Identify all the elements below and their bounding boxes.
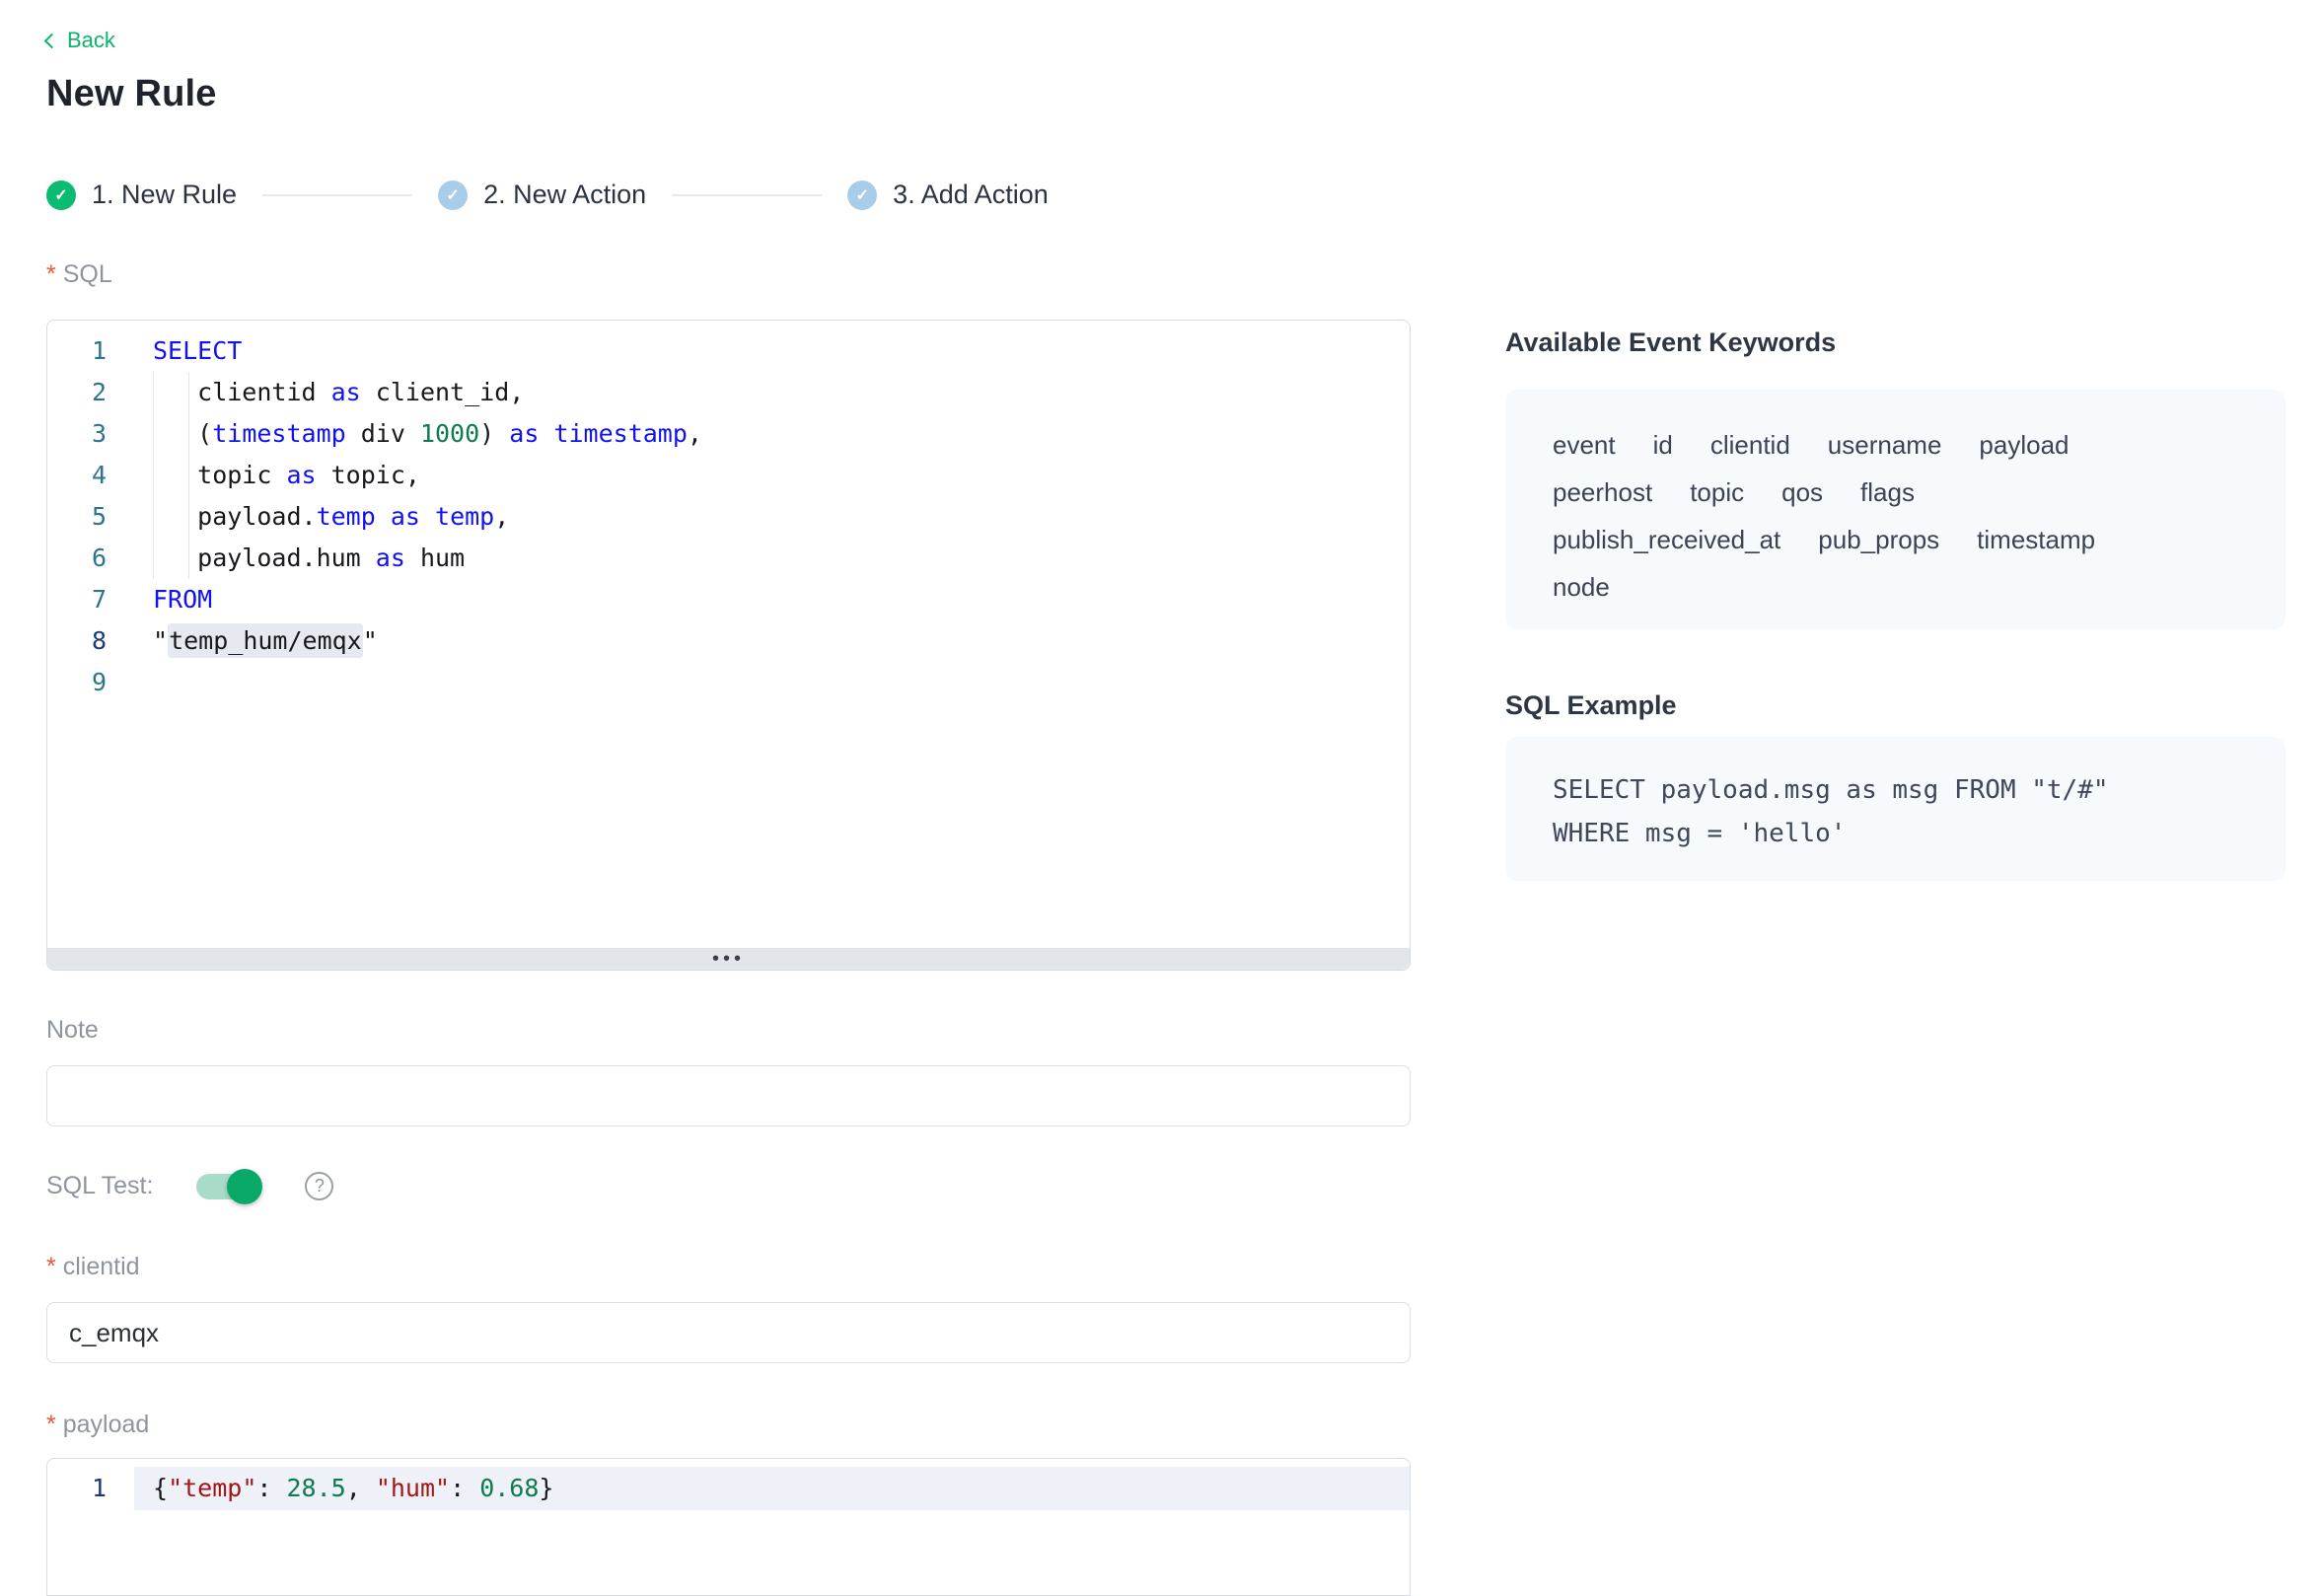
stepper-connector: [672, 194, 822, 196]
event-keyword: username: [1828, 421, 1942, 469]
event-keyword: timestamp: [1977, 516, 2095, 563]
code-content: clientid as client_id,: [134, 372, 1410, 413]
line-number: 7: [47, 579, 134, 620]
event-keyword: topic: [1690, 469, 1744, 516]
code-line: 2 clientid as client_id,: [47, 372, 1410, 413]
sql-code-editor[interactable]: 1SELECT2 clientid as client_id,3 (timest…: [46, 320, 1411, 971]
event-keyword: id: [1653, 421, 1673, 469]
code-line: 6 payload.hum as hum: [47, 538, 1410, 579]
event-keyword: publish_received_at: [1553, 516, 1780, 563]
sql-test-row: SQL Test: ?: [46, 1172, 333, 1200]
payload-code-editor[interactable]: 1{"temp": 28.5, "hum": 0.68}: [46, 1458, 1411, 1596]
event-keyword: node: [1553, 563, 1610, 611]
sql-example-panel: SELECT payload.msg as msg FROM "t/#"WHER…: [1505, 737, 2286, 881]
code-line: 1SELECT: [47, 330, 1410, 372]
indent-guide: [188, 372, 189, 579]
event-keyword: event: [1553, 421, 1616, 469]
event-keyword: flags: [1860, 469, 1915, 516]
event-keyword: qos: [1781, 469, 1823, 516]
step-check-icon: ✓: [438, 181, 468, 210]
sql-field-label-text: SQL: [63, 260, 112, 289]
code-line: 4 topic as topic,: [47, 455, 1410, 496]
event-keyword: peerhost: [1553, 469, 1652, 516]
step-check-icon: ✓: [46, 181, 76, 210]
code-line: 3 (timestamp div 1000) as timestamp,: [47, 413, 1410, 455]
code-line: 8"temp_hum/emqx": [47, 620, 1410, 662]
event-keyword: payload: [1979, 421, 2069, 469]
line-number: 9: [47, 662, 134, 703]
line-number: 4: [47, 455, 134, 496]
step-check-icon: ✓: [847, 181, 877, 210]
step-label: 2. New Action: [483, 180, 646, 210]
stepper-step-add-action[interactable]: ✓ 3. Add Action: [847, 180, 1049, 210]
payload-field-label: * payload: [46, 1411, 149, 1439]
code-content: "temp_hum/emqx": [134, 620, 1410, 662]
line-number: 1: [47, 330, 134, 372]
back-label: Back: [67, 28, 115, 53]
clientid-field-label: * clientid: [46, 1253, 140, 1281]
sql-example-line: SELECT payload.msg as msg FROM "t/#": [1553, 768, 2238, 812]
toggle-knob: [227, 1169, 262, 1204]
line-number: 5: [47, 496, 134, 538]
sql-editor-lines: 1SELECT2 clientid as client_id,3 (timest…: [47, 321, 1410, 703]
indent-guide: [153, 372, 154, 579]
code-line: 7FROM: [47, 579, 1410, 620]
sql-example-heading: SQL Example: [1505, 690, 1677, 721]
line-number: 3: [47, 413, 134, 455]
code-content: topic as topic,: [134, 455, 1410, 496]
step-label: 3. Add Action: [893, 180, 1049, 210]
note-input[interactable]: [46, 1065, 1411, 1126]
stepper-step-new-rule[interactable]: ✓ 1. New Rule: [46, 180, 237, 210]
line-number: 6: [47, 538, 134, 579]
code-content: SELECT: [134, 330, 1410, 372]
required-asterisk: *: [46, 1411, 56, 1439]
payload-editor-lines: 1{"temp": 28.5, "hum": 0.68}: [47, 1459, 1410, 1510]
sql-example-line: WHERE msg = 'hello': [1553, 812, 2238, 855]
code-content: [134, 662, 1410, 703]
code-content: payload.temp as temp,: [134, 496, 1410, 538]
clientid-input[interactable]: [46, 1302, 1411, 1363]
payload-field-label-text: payload: [63, 1411, 150, 1439]
sql-test-toggle[interactable]: [196, 1174, 259, 1199]
note-field-label-text: Note: [46, 1016, 99, 1045]
step-label: 1. New Rule: [92, 180, 237, 210]
sql-field-label: * SQL: [46, 260, 112, 289]
clientid-field-label-text: clientid: [63, 1253, 140, 1281]
help-icon[interactable]: ?: [305, 1172, 333, 1200]
event-keyword: clientid: [1710, 421, 1790, 469]
stepper: ✓ 1. New Rule ✓ 2. New Action ✓ 3. Add A…: [46, 180, 1131, 210]
required-asterisk: *: [46, 1253, 56, 1281]
stepper-connector: [262, 194, 412, 196]
page-title: New Rule: [46, 73, 217, 115]
line-number: 1: [47, 1467, 134, 1510]
keywords-heading: Available Event Keywords: [1505, 327, 1836, 358]
event-keywords-panel: eventid clientid username payload peerhost to…: [1505, 390, 2286, 629]
code-line: 1{"temp": 28.5, "hum": 0.68}: [47, 1467, 1410, 1510]
back-button[interactable]: Back: [46, 28, 115, 53]
code-line: 5 payload.temp as temp,: [47, 496, 1410, 538]
code-content: {"temp": 28.5, "hum": 0.68}: [134, 1467, 1410, 1510]
event-keyword: pub_props: [1818, 516, 1939, 563]
code-content: (timestamp div 1000) as timestamp,: [134, 413, 1410, 455]
required-asterisk: *: [46, 260, 56, 289]
code-content: FROM: [134, 579, 1410, 620]
back-chevron-icon: [44, 34, 60, 49]
code-line: 9: [47, 662, 1410, 703]
line-number: 8: [47, 620, 134, 662]
code-content: payload.hum as hum: [134, 538, 1410, 579]
editor-resize-handle[interactable]: •••: [47, 948, 1410, 970]
stepper-step-new-action[interactable]: ✓ 2. New Action: [438, 180, 646, 210]
line-number: 2: [47, 372, 134, 413]
note-field-label: Note: [46, 1016, 99, 1045]
sql-test-label: SQL Test:: [46, 1172, 153, 1200]
